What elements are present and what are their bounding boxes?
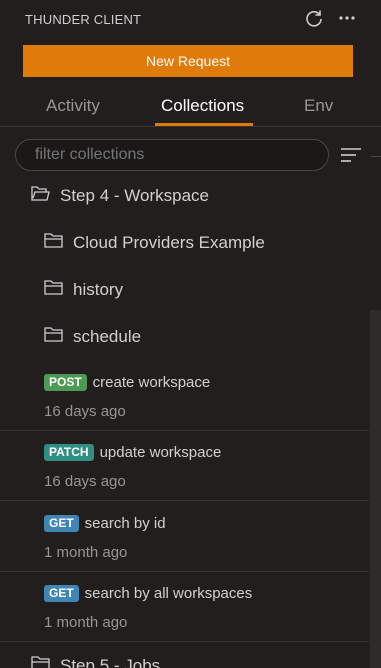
folder-label: Step 4 - Workspace: [60, 186, 209, 205]
panel-title: THUNDER CLIENT: [25, 11, 142, 27]
tab-activity[interactable]: Activity: [46, 85, 100, 126]
divider: [0, 430, 369, 431]
refresh-icon[interactable]: [302, 6, 326, 30]
more-icon[interactable]: [335, 6, 359, 30]
folder-icon: [44, 232, 73, 254]
sort-menu-icon[interactable]: [340, 145, 362, 165]
folder-icon: [44, 279, 73, 301]
folder-open-icon: [31, 185, 60, 207]
method-badge: POST: [44, 374, 87, 391]
folder-label: Step 5 - Jobs: [60, 656, 161, 668]
request-name: create workspace: [92, 374, 211, 391]
method-badge: PATCH: [44, 444, 94, 461]
folder-history[interactable]: history: [44, 279, 123, 301]
divider: [0, 641, 369, 642]
method-badge: GET: [44, 515, 79, 532]
tab-env[interactable]: Env: [304, 85, 333, 126]
request-name: search by id: [84, 515, 166, 532]
folder-label: Cloud Providers Example: [73, 233, 265, 252]
request-time: 16 days ago: [44, 473, 126, 490]
request-name: search by all workspaces: [84, 585, 253, 602]
divider: [370, 156, 381, 157]
folder-step5-jobs[interactable]: Step 5 - Jobs: [31, 655, 160, 668]
divider: [0, 571, 369, 572]
folder-icon: [31, 655, 60, 668]
request-item[interactable]: POST create workspace 16 days ago: [0, 366, 369, 430]
request-item[interactable]: GET search by id 1 month ago: [0, 507, 369, 571]
tab-bar: Activity Collections Env: [0, 85, 381, 127]
request-name: update workspace: [99, 444, 222, 461]
folder-cloud-providers-example[interactable]: Cloud Providers Example: [44, 232, 265, 254]
folder-step4-workspace[interactable]: Step 4 - Workspace: [31, 185, 209, 207]
active-tab-indicator: [155, 123, 253, 126]
panel-header: THUNDER CLIENT: [0, 0, 381, 38]
request-time: 16 days ago: [44, 403, 126, 420]
folder-label: history: [73, 280, 124, 299]
request-time: 1 month ago: [44, 544, 128, 561]
request-item[interactable]: PATCH update workspace 16 days ago: [0, 436, 369, 500]
filter-collections-input[interactable]: [15, 139, 329, 171]
folder-schedule[interactable]: schedule: [44, 326, 141, 348]
scrollbar[interactable]: [370, 310, 381, 668]
folder-icon: [44, 326, 73, 348]
tab-collections[interactable]: Collections: [161, 85, 244, 126]
new-request-button[interactable]: New Request: [23, 45, 353, 77]
request-item[interactable]: GET search by all workspaces 1 month ago: [0, 577, 369, 641]
request-time: 1 month ago: [44, 614, 128, 631]
method-badge: GET: [44, 585, 79, 602]
folder-label: schedule: [73, 327, 142, 346]
divider: [0, 500, 369, 501]
